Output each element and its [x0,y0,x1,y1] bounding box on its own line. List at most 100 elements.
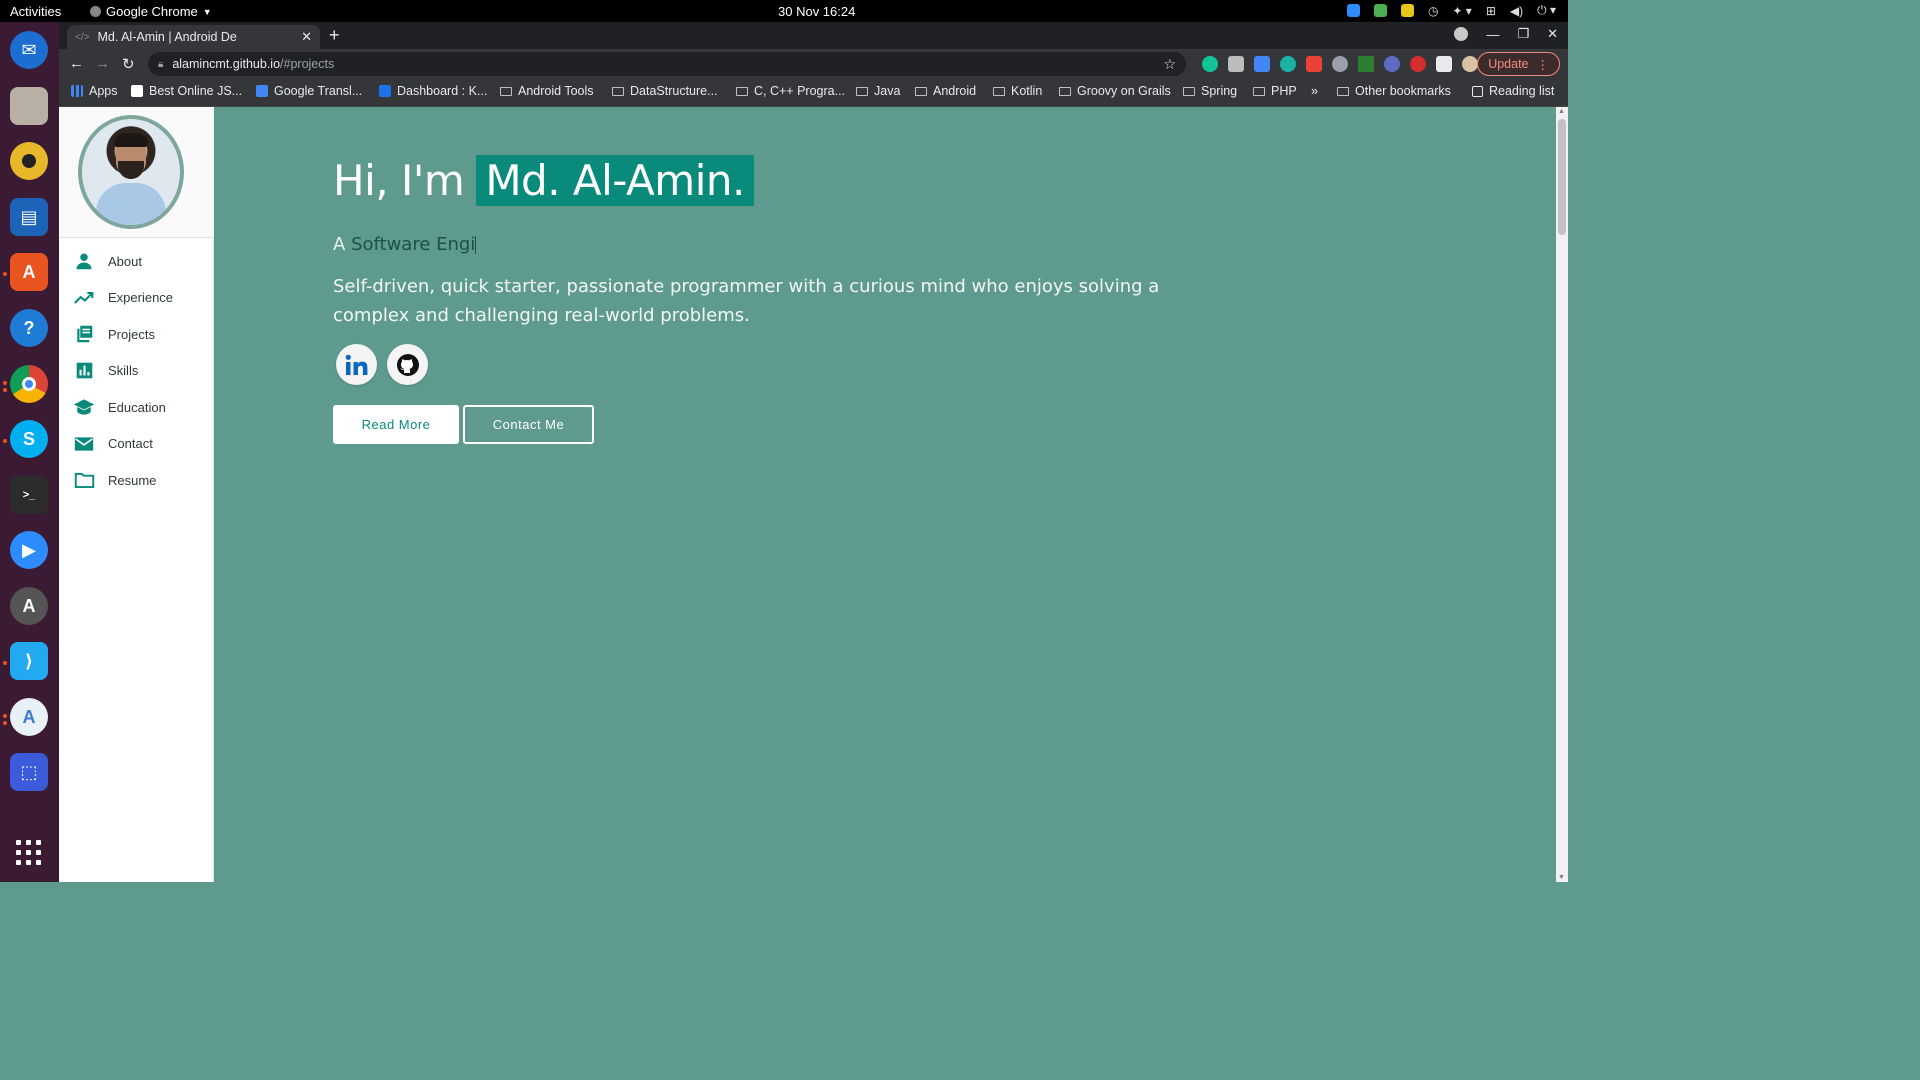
network-icon[interactable]: ⊞ [1486,4,1496,18]
zoom-icon[interactable]: ▶ [10,531,48,569]
page-scrollbar[interactable]: ▲ ▼ [1556,107,1568,882]
power-icon[interactable]: ⏻ ▾ [1537,3,1556,18]
bookmark-folder[interactable]: Android Tools [500,84,594,98]
zoom-tray-icon[interactable] [1346,4,1360,17]
extension-cube-icon[interactable] [1228,56,1244,72]
update-label: Update [1488,57,1529,71]
activities-button[interactable]: Activities [10,4,61,19]
github-icon[interactable] [387,344,428,385]
bookmark-item[interactable]: Best Online JS... [131,84,242,98]
grammarly-icon[interactable] [1202,56,1218,72]
rhythmbox-icon[interactable] [10,142,48,180]
lock-icon: 🔒︎ [158,58,164,70]
new-tab-icon[interactable]: + [329,25,340,46]
bookmark-folder[interactable]: Java [856,84,900,98]
app-menu[interactable]: Google Chrome ▼ [90,4,212,19]
more-bookmarks-button[interactable]: » [1311,84,1318,98]
linkedin-icon[interactable] [336,344,377,385]
mail-icon [73,435,95,453]
minimize-icon[interactable]: — [1486,27,1499,42]
scrollbar-thumb[interactable] [1558,119,1566,235]
sidebar: About Experience Projects Skills Educati… [59,107,214,882]
sidebar-item-projects[interactable]: Projects [59,316,214,353]
timer-tray-icon[interactable]: ◷ [1428,4,1438,18]
bookmark-folder[interactable]: Android [915,84,976,98]
bookmark-folder[interactable]: DataStructure... [612,84,718,98]
help-icon[interactable]: ? [10,309,48,347]
sidebar-item-experience[interactable]: Experience [59,280,214,317]
forward-icon[interactable]: → [95,55,110,72]
clock[interactable]: 30 Nov 16:24 [778,4,855,19]
close-tab-icon[interactable]: ✕ [301,29,312,45]
scroll-up-icon[interactable]: ▲ [1558,108,1565,115]
extension-m-icon[interactable] [1280,56,1296,72]
adblock-icon[interactable] [1410,56,1426,72]
scroll-down-icon[interactable]: ▼ [1558,874,1565,881]
back-icon[interactable]: ← [69,55,84,72]
show-applications-icon[interactable] [16,840,42,866]
software-center-icon[interactable]: A [10,253,48,291]
vscode-icon[interactable]: ⟩ [10,642,48,680]
other-bookmarks[interactable]: Other bookmarks [1337,84,1451,98]
social-links [333,344,1233,385]
folder-icon [73,471,95,489]
android-studio-icon[interactable]: A [10,698,48,736]
folder-icon [1183,86,1195,96]
bookmark-folder[interactable]: Spring [1183,84,1237,98]
system-tray[interactable]: ◷ ✦ ▾ ⊞ ◀) ⏻ ▾ [1346,3,1556,18]
bookmark-apps[interactable]: Apps [71,84,118,98]
notes-tray-icon[interactable] [1400,4,1414,17]
gear-extension-icon[interactable] [1384,56,1400,72]
buffer-extension-icon[interactable] [1358,56,1374,72]
video-extension-icon[interactable] [1306,56,1322,72]
typing-cursor [475,236,477,254]
reload-icon[interactable]: ↻ [122,55,135,73]
terminal-icon[interactable]: >_ [10,476,48,514]
bookmark-item[interactable]: Dashboard : K... [379,84,487,98]
google-translate-icon[interactable] [1254,56,1270,72]
folder-icon [1059,86,1071,96]
close-window-icon[interactable]: ✕ [1547,26,1558,42]
skype-icon[interactable]: S [10,420,48,458]
screenshot-tool-icon[interactable]: ⬚ [10,753,48,791]
sidebar-item-label: Experience [108,290,174,306]
extensions-puzzle-icon[interactable] [1436,56,1452,72]
bookmark-star-icon[interactable]: ☆ [1163,56,1176,73]
sidebar-item-resume[interactable]: Resume [59,462,214,499]
libreoffice-writer-icon[interactable]: ▤ [10,198,48,236]
folder-icon [1253,86,1265,96]
read-more-button[interactable]: Read More [333,405,459,444]
shield-tray-icon[interactable] [1373,4,1387,17]
reading-list[interactable]: Reading list [1472,84,1554,98]
bookmark-folder[interactable]: Kotlin [993,84,1042,98]
chrome-icon[interactable] [10,365,48,403]
files-icon[interactable] [10,87,48,125]
volume-icon[interactable]: ◀) [1510,4,1523,18]
profile-avatar-icon[interactable] [1462,56,1478,72]
folder-icon [612,86,624,96]
thunderbird-icon[interactable]: ✉ [10,31,48,69]
contact-me-button[interactable]: Contact Me [463,405,594,444]
tab-search-icon[interactable] [1454,27,1469,41]
folder-icon [736,86,748,96]
sidebar-menu: About Experience Projects Skills Educati… [59,243,214,499]
url-host: alamincmt.github.io [172,57,281,71]
update-button[interactable]: Update ⋮ [1477,52,1560,76]
bookmark-item[interactable]: Google Transl... [256,84,362,98]
restore-icon[interactable]: ❐ [1517,26,1529,42]
more-options-icon[interactable]: ⋮ [1537,57,1550,72]
cloud-extension-icon[interactable] [1332,56,1348,72]
sidebar-item-contact[interactable]: Contact [59,426,214,463]
address-bar[interactable]: 🔒︎ alamincmt.github.io/#projects ☆ [148,52,1186,76]
sidebar-item-about[interactable]: About [59,243,214,280]
software-updater-icon[interactable]: A [10,587,48,625]
sidebar-item-education[interactable]: Education [59,389,214,426]
bookmark-folder[interactable]: Groovy on Grails [1059,84,1171,98]
hero-section: Hi, I'm Md. Al-Amin. A Software Engi Sel… [333,155,1233,444]
tab-active[interactable]: </> Md. Al-Amin | Android De ✕ [67,25,320,49]
dock: ✉ ▤ A ? S >_ ▶ A ⟩ A ⬚ [0,22,59,882]
bookmark-folder[interactable]: PHP [1253,84,1297,98]
sidebar-item-skills[interactable]: Skills [59,353,214,390]
accessibility-icon[interactable]: ✦ ▾ [1452,4,1471,18]
bookmark-folder[interactable]: C, C++ Progra... [736,84,845,98]
